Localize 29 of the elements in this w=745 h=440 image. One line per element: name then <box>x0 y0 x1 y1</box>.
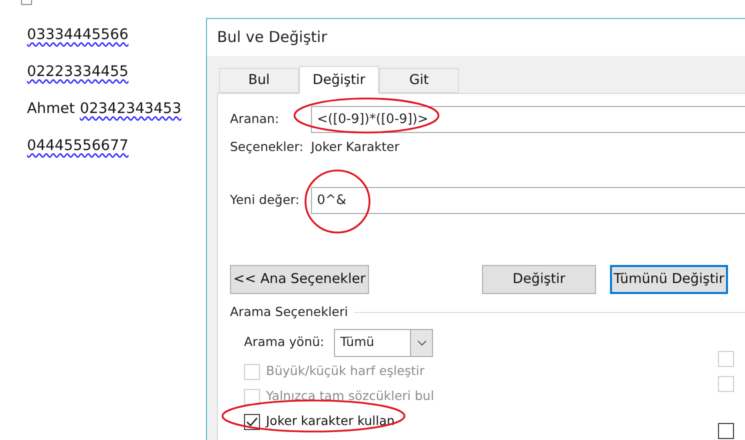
checkbox[interactable] <box>718 422 734 438</box>
document-word: 04445556677 <box>27 136 128 156</box>
annotation-ellipse <box>304 169 371 234</box>
replace-input[interactable]: 0^& <box>311 187 745 214</box>
checkbox-label: Joker karakter kullan <box>266 412 395 430</box>
checkbox-label: Yalnızca tam sözcükleri bul <box>266 387 434 406</box>
checkbox-label: Büyük/küçük harf eşleştir <box>266 362 425 380</box>
replace-label: Yeni değer: <box>230 191 300 210</box>
document-word: Ahmet <box>27 100 75 119</box>
direction-select[interactable]: Tümü <box>334 328 434 356</box>
options-label: Seçenekler: <box>230 138 304 156</box>
document-word: 02342343453 <box>80 100 182 119</box>
options-value: Joker Karakter <box>311 138 400 156</box>
dialog-button[interactable]: << Ana Seçenekler <box>230 265 369 294</box>
window-title: Bul ve Değiştir <box>217 27 328 48</box>
dialog-button[interactable]: Değiştir <box>482 265 596 294</box>
direction-value: Tümü <box>339 333 376 352</box>
dropdown-caret-icon <box>410 330 432 356</box>
group-title: Arama Seçenekleri <box>230 302 348 321</box>
tab[interactable]: Bul <box>219 68 299 93</box>
find-input[interactable]: <([0-9])*([0-9])> <box>311 106 745 133</box>
document-word: 03334445566 <box>27 26 128 45</box>
tab[interactable]: Git <box>379 68 459 93</box>
checkmark-icon <box>246 416 258 426</box>
find-label: Aranan: <box>230 110 280 128</box>
document-word: 02223334455 <box>27 62 128 82</box>
tab[interactable]: Değiştir <box>299 66 379 94</box>
direction-label: Arama yönü: <box>244 333 324 352</box>
dialog-button[interactable]: Tümünü Değiştir <box>610 265 728 294</box>
